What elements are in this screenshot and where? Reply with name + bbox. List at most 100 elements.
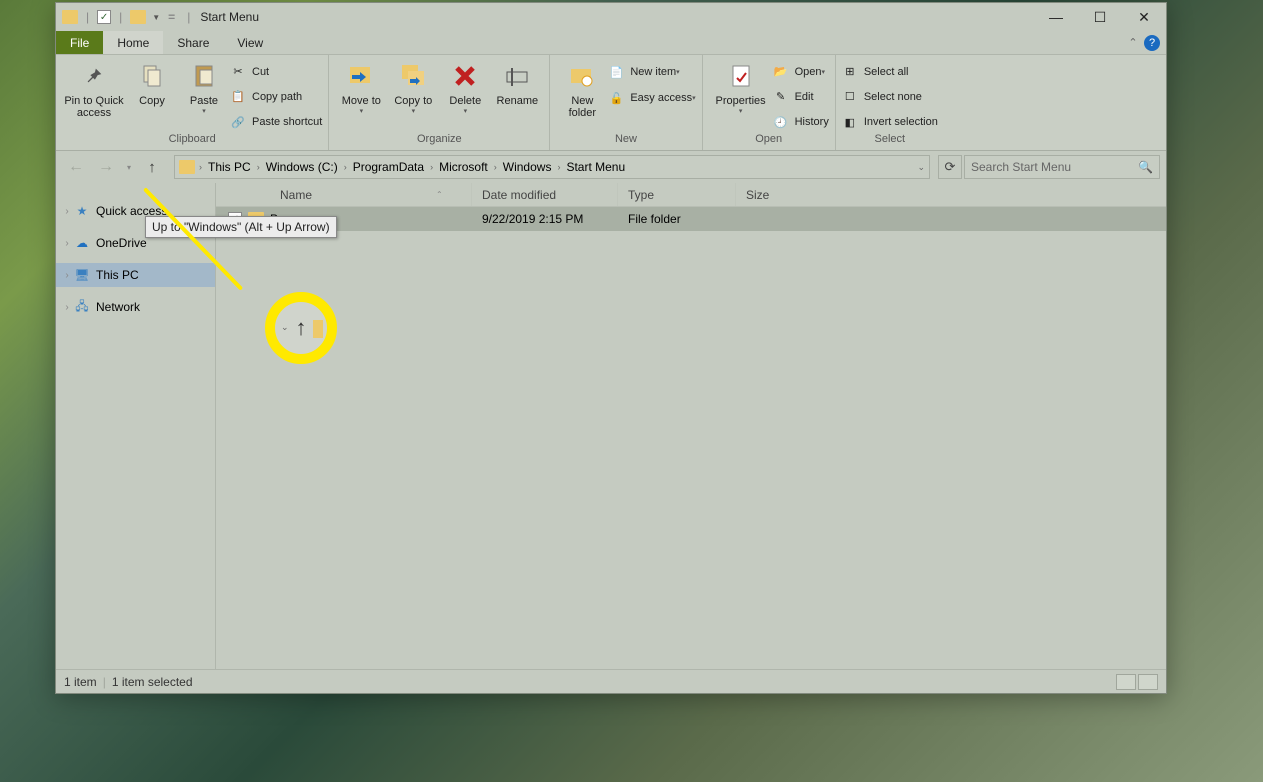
pin-icon (79, 61, 109, 91)
qat-dropdown-caret[interactable]: ▼ (150, 13, 160, 22)
column-name[interactable]: Name ⌃ (216, 183, 472, 206)
move-to-icon (346, 61, 376, 91)
expander-icon[interactable]: › (60, 238, 74, 249)
navbar: ← → ▾ ↑ › This PC› Windows (C:)› Program… (56, 151, 1166, 183)
view-details-button[interactable] (1116, 674, 1136, 690)
copy-icon (137, 61, 167, 91)
properties-button[interactable]: Properties▾ (709, 59, 773, 133)
network-icon: 🖧 (74, 299, 90, 315)
expander-icon[interactable]: › (60, 270, 74, 281)
breadcrumb-item[interactable]: Windows (C:) (260, 160, 344, 174)
expander-icon[interactable]: › (60, 206, 74, 217)
sidebar-item-network[interactable]: › 🖧 Network (56, 295, 215, 319)
ribbon-collapse-caret[interactable]: ⌃ (1128, 31, 1142, 54)
paste-button[interactable]: Paste ▾ (178, 59, 230, 133)
file-explorer-window: | ✓ | ▼ = | Start Menu — ☐ ✕ File Home S… (55, 2, 1167, 694)
copy-button[interactable]: Copy (126, 59, 178, 133)
file-type: File folder (618, 212, 736, 226)
ribbon: Pin to Quick access Copy Paste ▾ ✂Cut 📋C… (56, 55, 1166, 151)
tab-view[interactable]: View (223, 31, 277, 54)
folder-icon (130, 10, 146, 24)
search-input[interactable]: Search Start Menu 🔍 (964, 155, 1160, 179)
delete-icon (450, 61, 480, 91)
monitor-icon: 🖥 (74, 267, 90, 283)
delete-button[interactable]: Delete▾ (439, 59, 491, 133)
sidebar-item-this-pc[interactable]: › 🖥 This PC (56, 263, 215, 287)
invert-selection-icon: ◧ (842, 114, 858, 130)
equals-icon: = (164, 10, 179, 24)
breadcrumb-item[interactable]: ProgramData (347, 160, 430, 174)
cut-button[interactable]: ✂Cut (230, 61, 322, 82)
recent-locations-caret[interactable]: ▾ (122, 163, 136, 172)
titlebar: | ✓ | ▼ = | Start Menu — ☐ ✕ (56, 3, 1166, 31)
ribbon-group-new: New folder 📄New item ▾ 🔓Easy access ▾ Ne… (550, 55, 702, 150)
column-date[interactable]: Date modified (472, 183, 618, 206)
tab-home[interactable]: Home (103, 31, 163, 54)
content-pane: Name ⌃ Date modified Type Size ✓ Program… (216, 183, 1166, 669)
ribbon-group-select: ⊞Select all ☐Select none ◧Invert selecti… (836, 55, 944, 150)
pin-to-quick-access-button[interactable]: Pin to Quick access (62, 59, 126, 133)
breadcrumb-item[interactable]: Windows (497, 160, 558, 174)
history-icon: 🕘 (773, 114, 789, 130)
breadcrumb-dropdown-caret[interactable]: ⌄ (917, 162, 925, 173)
ribbon-group-organize: Move to▾ Copy to▾ Delete▾ Rename Organiz… (329, 55, 550, 150)
breadcrumb-item[interactable]: Start Menu (560, 160, 631, 174)
view-large-icons-button[interactable] (1138, 674, 1158, 690)
edit-button[interactable]: ✎Edit (773, 86, 829, 107)
breadcrumb-item[interactable]: Microsoft (433, 160, 494, 174)
window-title: Start Menu (194, 10, 259, 24)
folder-icon (62, 10, 78, 24)
new-item-button[interactable]: 📄New item ▾ (608, 61, 695, 83)
minimize-button[interactable]: — (1034, 3, 1078, 31)
select-none-icon: ☐ (842, 89, 858, 105)
easy-access-button[interactable]: 🔓Easy access ▾ (608, 87, 695, 109)
help-button[interactable]: ? (1144, 35, 1160, 51)
refresh-button[interactable]: ⟳ (938, 155, 962, 179)
qat-checkbox-icon[interactable]: ✓ (97, 10, 111, 24)
copy-path-icon: 📋 (230, 89, 246, 105)
properties-icon (726, 61, 756, 91)
cut-icon: ✂ (230, 64, 246, 80)
copy-path-button[interactable]: 📋Copy path (230, 86, 322, 107)
paste-icon (189, 61, 219, 91)
history-button[interactable]: 🕘History (773, 112, 829, 133)
maximize-button[interactable]: ☐ (1078, 3, 1122, 31)
open-button[interactable]: 📂Open ▾ (773, 61, 829, 82)
open-icon: 📂 (773, 64, 789, 80)
nav-pane: › ★ Quick access › ☁ OneDrive › 🖥 This P… (56, 183, 216, 669)
status-selected-count: 1 item selected (112, 675, 193, 689)
up-button[interactable]: ↑ (138, 154, 166, 180)
tab-file[interactable]: File (56, 31, 103, 54)
forward-button[interactable]: → (92, 154, 120, 180)
menubar: File Home Share View ⌃ ? (56, 31, 1166, 55)
star-icon: ★ (74, 203, 90, 219)
file-row[interactable]: ✓ Programs 9/22/2019 2:15 PM File folder (216, 207, 1166, 231)
new-item-icon: 📄 (608, 64, 624, 80)
copy-to-button[interactable]: Copy to▾ (387, 59, 439, 133)
tab-share[interactable]: Share (163, 31, 223, 54)
new-folder-button[interactable]: New folder (556, 59, 608, 133)
rename-button[interactable]: Rename (491, 59, 543, 133)
back-button[interactable]: ← (62, 154, 90, 180)
close-button[interactable]: ✕ (1122, 3, 1166, 31)
annotation-magnifier: ⌄ ↑ (265, 292, 337, 364)
column-size[interactable]: Size (736, 183, 808, 206)
caret-icon: ⌄ (281, 322, 289, 333)
body: › ★ Quick access › ☁ OneDrive › 🖥 This P… (56, 183, 1166, 669)
paste-shortcut-icon: 🔗 (230, 114, 246, 130)
edit-icon: ✎ (773, 89, 789, 105)
breadcrumb[interactable]: › This PC› Windows (C:)› ProgramData› Mi… (174, 155, 930, 179)
select-all-button[interactable]: ⊞Select all (842, 61, 938, 82)
ribbon-group-clipboard: Pin to Quick access Copy Paste ▾ ✂Cut 📋C… (56, 55, 329, 150)
cloud-icon: ☁ (74, 235, 90, 251)
sort-caret-icon: ⌃ (436, 190, 443, 199)
invert-selection-button[interactable]: ◧Invert selection (842, 112, 938, 133)
qat: | ✓ | ▼ = | (62, 10, 194, 24)
expander-icon[interactable]: › (60, 302, 74, 313)
column-type[interactable]: Type (618, 183, 736, 206)
move-to-button[interactable]: Move to▾ (335, 59, 387, 133)
breadcrumb-item[interactable]: This PC (202, 160, 257, 174)
paste-shortcut-button[interactable]: 🔗Paste shortcut (230, 112, 322, 133)
folder-icon (313, 320, 323, 338)
select-none-button[interactable]: ☐Select none (842, 86, 938, 107)
